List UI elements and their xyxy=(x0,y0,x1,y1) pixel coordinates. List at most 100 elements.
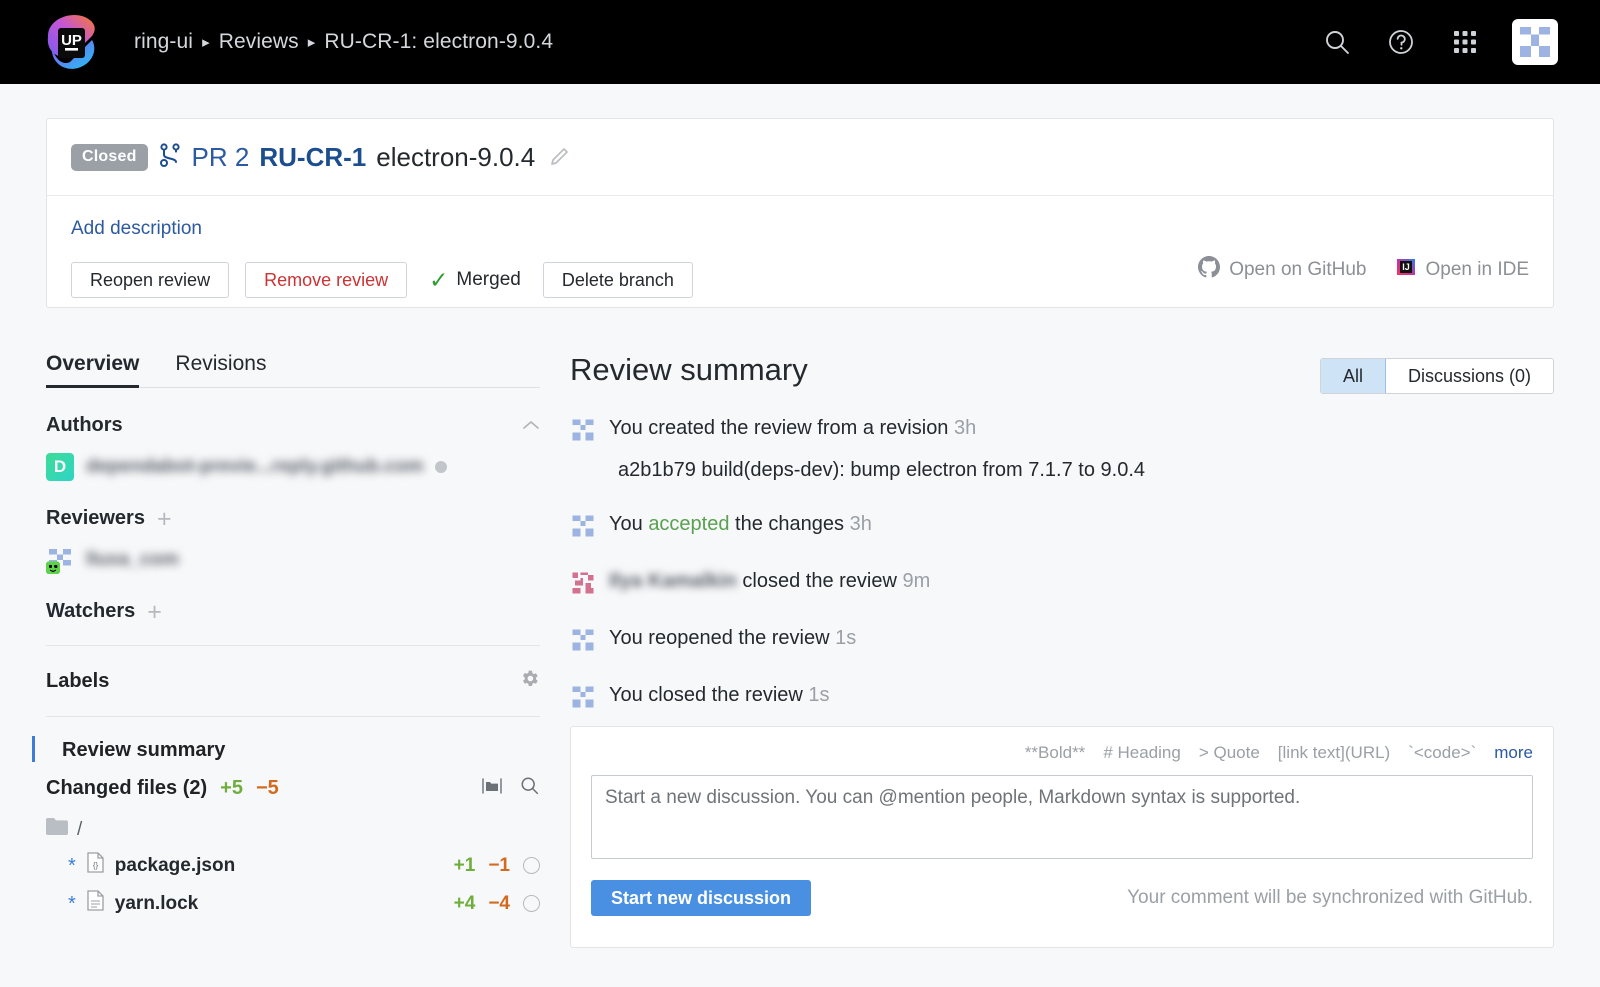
author-list-item[interactable]: D dependabot-previe...reply.github.com xyxy=(46,453,540,481)
tab-overview[interactable]: Overview xyxy=(46,352,139,387)
top-navigation-bar: UP ring-ui ▸ Reviews ▸ RU-CR-1: electron… xyxy=(0,0,1600,84)
composer-footer: Start new discussion Your comment will b… xyxy=(591,880,1533,916)
identicon-avatar xyxy=(570,513,596,539)
pull-request-title-row: Closed PR 2 RU-CR-1 electron-9.0.4 xyxy=(47,119,1553,196)
sync-note: Your comment will be synchronized with G… xyxy=(1127,887,1533,909)
reviewer-list-item[interactable]: lluxa_com xyxy=(46,546,540,574)
breadcrumb-item-reviews[interactable]: Reviews xyxy=(219,30,299,54)
revision-commit-line[interactable]: a2b1b79 build(deps-dev): bump electron f… xyxy=(618,459,1554,482)
activity-actor: Ilya Kamalkin xyxy=(609,570,737,592)
file-search-icon[interactable] xyxy=(519,775,540,802)
activity-item: Ilya Kamalkin closed the review 9m xyxy=(570,569,1554,596)
open-in-ide-link[interactable]: IJ Open in IDE xyxy=(1395,256,1530,284)
breadcrumb-item-current-review[interactable]: RU-CR-1: electron-9.0.4 xyxy=(324,30,553,54)
tab-revisions[interactable]: Revisions xyxy=(175,352,266,387)
active-indicator-bar xyxy=(32,736,35,762)
github-icon xyxy=(1198,256,1220,284)
file-deletions: −4 xyxy=(488,893,510,915)
file-review-toggle[interactable] xyxy=(523,857,540,874)
help-icon[interactable] xyxy=(1384,25,1418,59)
file-name: yarn.lock xyxy=(115,893,198,915)
intellij-idea-icon: IJ xyxy=(1395,256,1417,284)
reviewer-name: lluxa_com xyxy=(86,549,179,571)
file-diff-counts: +4 −4 xyxy=(454,893,540,915)
open-on-github-link[interactable]: Open on GitHub xyxy=(1198,256,1366,284)
review-key[interactable]: RU-CR-1 xyxy=(259,142,366,173)
activity-text: Ilya Kamalkin closed the review 9m xyxy=(609,569,930,593)
reviewer-avatar xyxy=(46,546,74,574)
root-folder-row[interactable]: / xyxy=(46,818,540,841)
check-icon: ✓ xyxy=(429,269,448,292)
discussion-input[interactable] xyxy=(591,775,1533,859)
identicon-avatar xyxy=(570,570,596,596)
reopen-review-button[interactable]: Reopen review xyxy=(71,262,229,298)
activity-action: reopened the review xyxy=(643,627,835,649)
review-summary-sidebar-link[interactable]: Review summary xyxy=(46,739,540,762)
markdown-hint-quote: > Quote xyxy=(1199,743,1260,763)
upsource-logo[interactable]: UP xyxy=(42,12,102,72)
total-additions: +5 xyxy=(220,777,243,800)
merged-status: ✓ Merged xyxy=(429,269,521,292)
svg-text:UP: UP xyxy=(61,32,82,49)
svg-text:IJ: IJ xyxy=(1402,262,1410,272)
activity-timestamp: 1s xyxy=(808,684,829,706)
filter-discussions-button[interactable]: Discussions (0) xyxy=(1386,359,1553,393)
author-status-dot xyxy=(435,461,447,473)
pull-request-number[interactable]: PR 2 xyxy=(192,142,250,173)
breadcrumb: ring-ui ▸ Reviews ▸ RU-CR-1: electron-9.… xyxy=(134,30,553,54)
apps-grid-icon[interactable] xyxy=(1448,25,1482,59)
start-new-discussion-button[interactable]: Start new discussion xyxy=(591,880,811,916)
top-bar-actions xyxy=(1320,19,1558,65)
chevron-up-icon[interactable] xyxy=(522,414,540,437)
external-links: Open on GitHub IJ Open in I xyxy=(1198,256,1529,284)
activity-text: You reopened the review 1s xyxy=(609,626,856,650)
activity-item: You created the review from a revision 3… xyxy=(570,416,1554,443)
activity-action: created the review from a revision xyxy=(643,417,954,439)
breadcrumb-item-project[interactable]: ring-ui xyxy=(134,30,193,54)
changed-file-row[interactable]: * yarn.lock +4 −4 xyxy=(46,890,540,917)
activity-item: You reopened the review 1s xyxy=(570,626,1554,653)
changed-file-row[interactable]: * {} package.json +1 −1 xyxy=(46,852,540,879)
modified-marker: * xyxy=(68,860,76,872)
activity-actor: You xyxy=(609,627,643,649)
open-in-ide-label: Open in IDE xyxy=(1426,259,1530,281)
svg-text:{}: {} xyxy=(93,861,99,870)
activity-feed: You created the review from a revision 3… xyxy=(570,416,1554,710)
gear-icon[interactable] xyxy=(519,668,540,695)
open-on-github-label: Open on GitHub xyxy=(1229,259,1366,281)
changed-files-header: Changed files (2) +5 −5 xyxy=(46,775,540,802)
file-name: package.json xyxy=(115,855,235,877)
remove-review-button[interactable]: Remove review xyxy=(245,262,407,298)
reviewers-label: Reviewers xyxy=(46,507,145,530)
lock-file-icon xyxy=(86,890,105,917)
pull-request-actions: Add description Reopen review Remove rev… xyxy=(47,196,1553,308)
markdown-hints: **Bold** # Heading > Quote [link text](U… xyxy=(591,743,1533,763)
add-description-link[interactable]: Add description xyxy=(71,218,202,240)
markdown-more-link[interactable]: more xyxy=(1494,743,1533,763)
pencil-icon[interactable] xyxy=(549,146,571,168)
status-badge: Closed xyxy=(71,144,148,171)
activity-timestamp: 1s xyxy=(835,627,856,649)
file-additions: +1 xyxy=(454,855,476,877)
activity-item: You accepted the changes 3h xyxy=(570,512,1554,539)
activity-action: closed the review xyxy=(737,570,903,592)
sidebar-divider xyxy=(46,645,540,646)
activity-text: You closed the review 1s xyxy=(609,683,830,707)
breadcrumb-separator-icon: ▸ xyxy=(202,35,210,50)
activity-action: closed the review xyxy=(643,684,809,706)
user-avatar[interactable] xyxy=(1512,19,1558,65)
labels-label: Labels xyxy=(46,670,109,693)
delete-branch-button[interactable]: Delete branch xyxy=(543,262,693,298)
folder-view-icon[interactable] xyxy=(481,776,503,802)
identicon-avatar xyxy=(570,684,596,710)
search-icon[interactable] xyxy=(1320,25,1354,59)
new-discussion-composer: **Bold** # Heading > Quote [link text](U… xyxy=(570,726,1554,948)
add-reviewer-button[interactable]: + xyxy=(157,510,172,528)
add-watcher-button[interactable]: + xyxy=(147,603,162,621)
file-deletions: −1 xyxy=(488,855,510,877)
file-review-toggle[interactable] xyxy=(523,895,540,912)
filter-all-button[interactable]: All xyxy=(1321,359,1386,393)
file-additions: +4 xyxy=(454,893,476,915)
activity-actor: You xyxy=(609,684,643,706)
markdown-hint-heading: # Heading xyxy=(1103,743,1181,763)
